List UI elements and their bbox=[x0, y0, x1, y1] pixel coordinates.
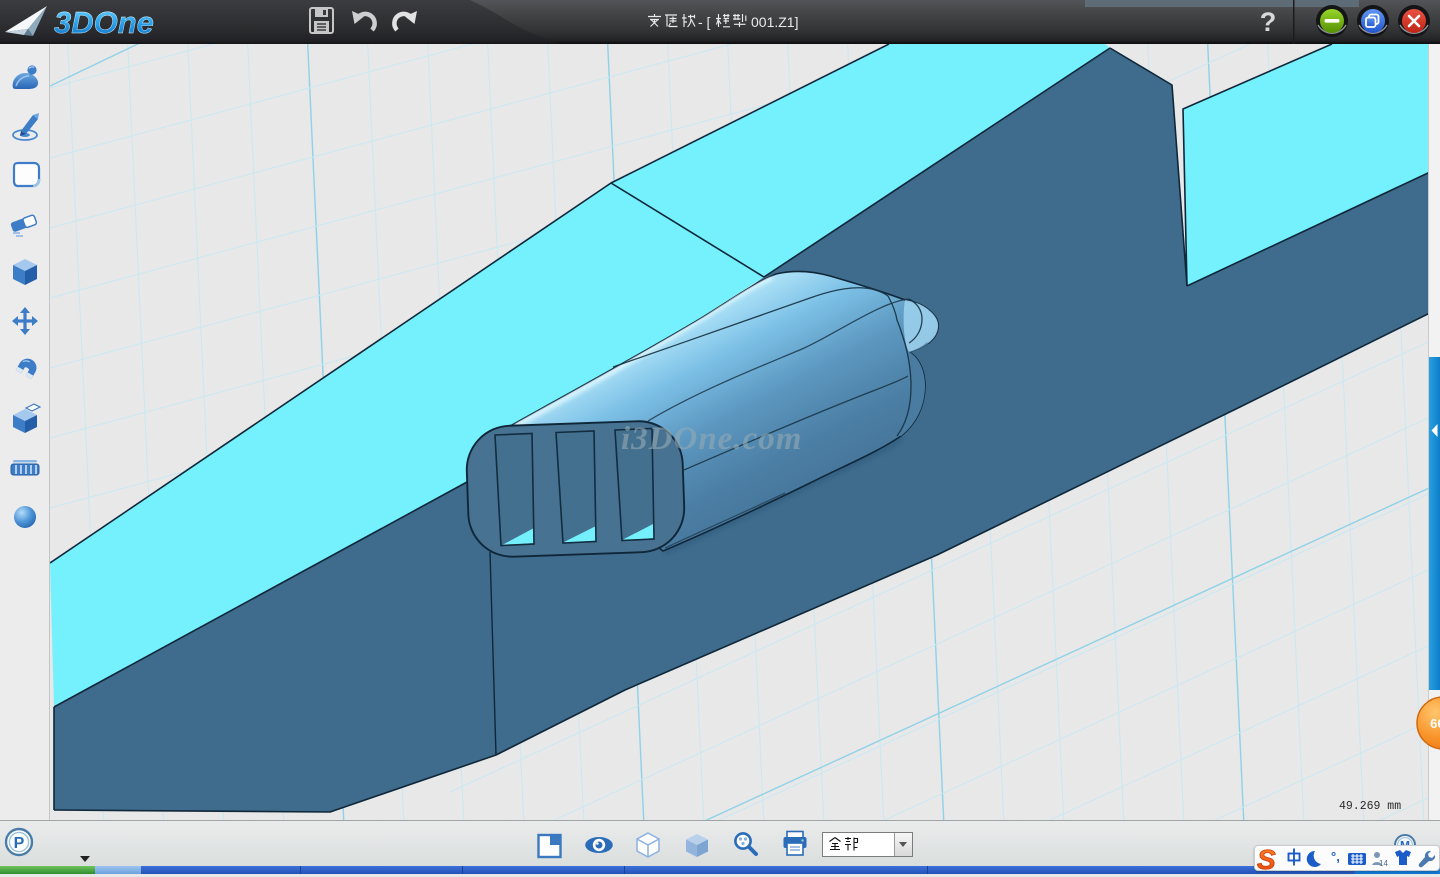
svg-text:S: S bbox=[1257, 846, 1276, 872]
svg-text:- [: - [ bbox=[698, 14, 711, 30]
svg-text:666: 666 bbox=[1430, 716, 1440, 731]
svg-text:3DOne: 3DOne bbox=[54, 5, 154, 40]
svg-text:°,: °, bbox=[1331, 849, 1340, 864]
svg-text:P: P bbox=[14, 835, 25, 852]
svg-text:14: 14 bbox=[1379, 859, 1388, 868]
svg-text:?: ? bbox=[1260, 7, 1277, 37]
svg-text:i3DOne.com: i3DOne.com bbox=[621, 421, 802, 457]
svg-text:49.269 mm: 49.269 mm bbox=[1339, 800, 1401, 813]
svg-text:001.Z1]: 001.Z1] bbox=[751, 14, 798, 30]
